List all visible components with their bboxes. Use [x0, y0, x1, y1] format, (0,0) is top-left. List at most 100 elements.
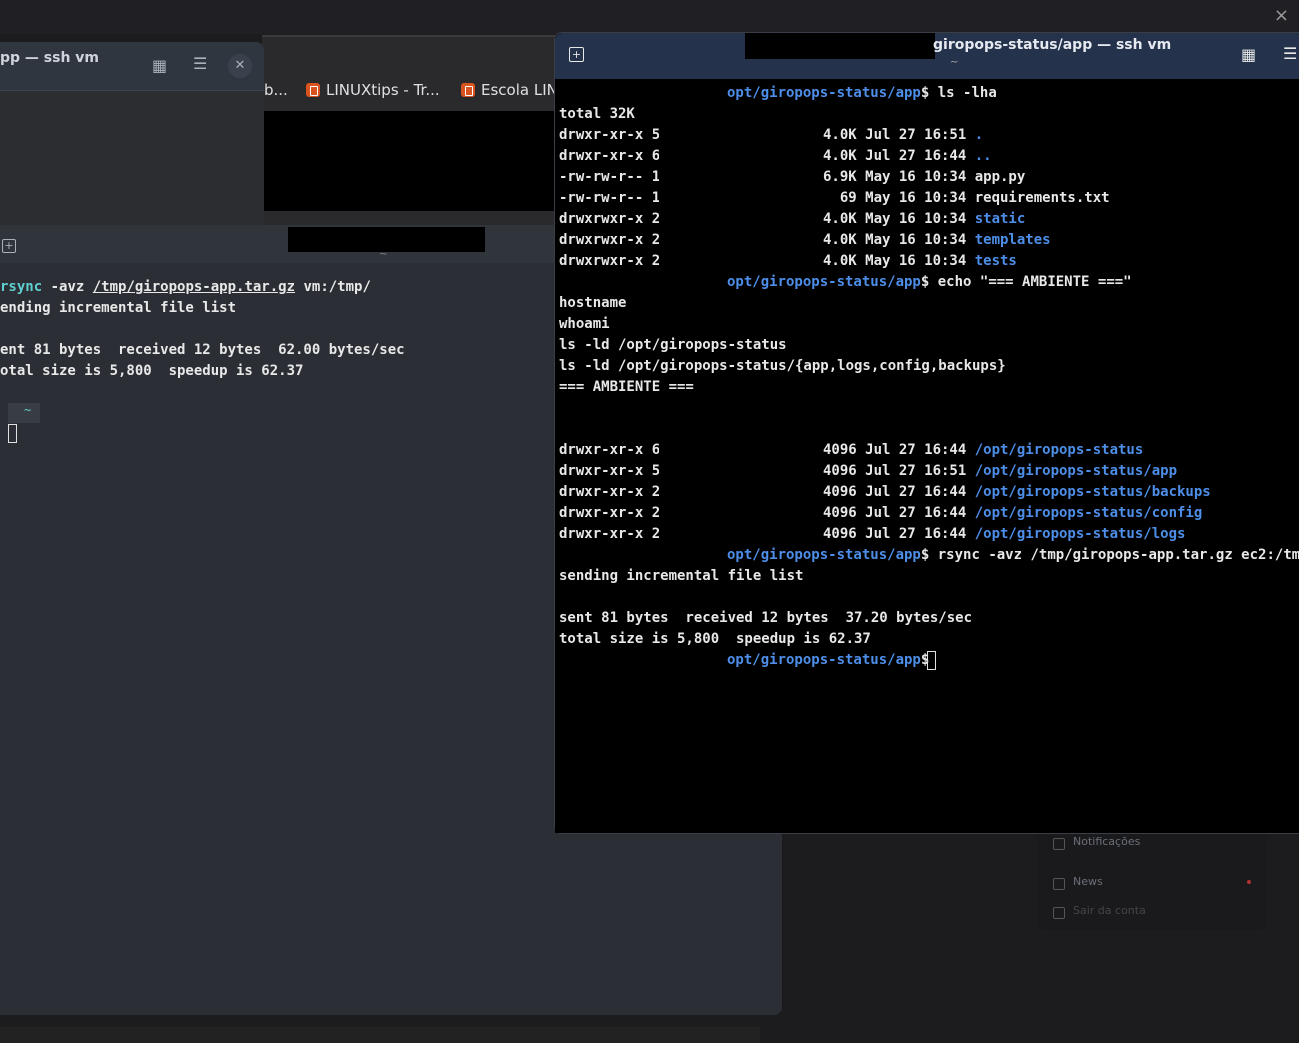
prompt-line: opt/giropops-status/app$ echo "=== AMBIE…: [727, 272, 1132, 293]
menu-item[interactable]: Notificações: [1073, 835, 1140, 848]
new-tab-icon[interactable]: +: [569, 47, 584, 62]
terminal-line: otal size is 5,800 speedup is 62.37: [0, 363, 304, 379]
command-args: -avz: [42, 279, 93, 295]
ls-meta: 4.0K May 16 10:34: [823, 253, 975, 269]
ls-entry: 4096 Jul 27 16:44 /opt/giropops-status/b…: [823, 482, 1211, 503]
ls-path: /opt/giropops-status: [974, 442, 1144, 458]
ls-perm: drwxr-xr-x 6: [559, 442, 661, 458]
ls-entry: 4.0K Jul 27 16:51 .: [823, 125, 983, 146]
ls-path: /opt/giropops-status/config: [974, 505, 1203, 521]
window-header: + giropops-status/app — ssh vm ~ ▦ ☰: [555, 33, 1299, 79]
redacted-block: [555, 270, 727, 292]
ls-name: static: [974, 211, 1026, 227]
terminal-line: total size is 5,800 speedup is 62.37: [559, 631, 871, 647]
tab-label: Escola LIN: [481, 81, 558, 99]
close-icon[interactable]: ×: [1274, 5, 1289, 26]
ls-meta: 4.0K Jul 27 16:44: [823, 148, 975, 164]
ls-meta: 4096 Jul 27 16:44: [823, 484, 975, 500]
menu-icon[interactable]: ☰: [193, 54, 207, 73]
ls-entry: 4.0K May 16 10:34 templates: [823, 230, 1051, 251]
ls-meta: 4096 Jul 27 16:44: [823, 442, 975, 458]
prompt-tilde: ~: [24, 403, 32, 417]
ls-perm: drwxr-xr-x 6: [559, 148, 661, 164]
command-text: echo "=== AMBIENTE ===": [929, 274, 1132, 290]
ls-entry: 4096 Jul 27 16:44 /opt/giropops-status: [823, 440, 1143, 461]
prompt-path: opt/giropops-status/app: [727, 547, 921, 563]
ls-perm: -rw-rw-r-- 1: [559, 169, 661, 185]
taskbar-strip: [0, 1027, 760, 1043]
redacted-block: [555, 648, 727, 670]
browser-tabbar: b... LINUXtips - Tr... Escola LIN: [262, 77, 562, 109]
ls-name: tests: [974, 253, 1017, 269]
command-name: rsync: [0, 279, 43, 295]
grid-icon[interactable]: ▦: [1241, 45, 1256, 64]
ls-meta: 4096 Jul 27 16:51: [823, 463, 975, 479]
redacted-block: [555, 543, 727, 565]
ls-entry: 4.0K Jul 27 16:44 ..: [823, 146, 992, 167]
ls-perm: drwxrwxr-x 2: [559, 211, 661, 227]
terminal-body[interactable]: opt/giropops-status/app$ ls -lha total 32…: [555, 79, 1299, 833]
browser-tab[interactable]: Escola LIN: [461, 81, 558, 99]
terminal-line: total 32K: [559, 106, 635, 122]
browser-tab[interactable]: LINUXtips - Tr...: [306, 81, 440, 99]
ls-entry: 4.0K May 16 10:34 tests: [823, 251, 1017, 272]
text-cursor: [8, 424, 17, 443]
ls-entry: 4.0K May 16 10:34 static: [823, 209, 1025, 230]
ls-perm: drwxrwxr-x 2: [559, 253, 661, 269]
subtitle-tilde: ~: [379, 249, 388, 260]
prompt-path: opt/giropops-status/app: [727, 652, 921, 668]
command-path: /tmp/giropops-app.tar.gz: [92, 279, 296, 295]
desktop-topbar: ×: [0, 0, 1299, 34]
ls-meta: 69 May 16 10:34: [823, 190, 975, 206]
text-cursor: [927, 651, 936, 670]
logout-icon: [1053, 907, 1065, 919]
ls-entry: 4096 Jul 27 16:51 /opt/giropops-status/a…: [823, 461, 1177, 482]
terminal-line: hostname: [559, 295, 627, 311]
prompt-line: opt/giropops-status/app$ ls -lha: [727, 83, 997, 104]
prompt-line: opt/giropops-status/app$: [727, 650, 938, 671]
window-title: pp — ssh vm: [0, 50, 100, 66]
ls-perm: drwxr-xr-x 5: [559, 127, 661, 143]
terminal-line: rsync -avz /tmp/giropops-app.tar.gz vm:/…: [0, 277, 371, 298]
new-tab-icon[interactable]: +: [2, 239, 16, 253]
ls-entry: 4096 Jul 27 16:44 /opt/giropops-status/l…: [823, 524, 1185, 545]
tab-label: LINUXtips - Tr...: [326, 81, 440, 99]
menu-icon[interactable]: ☰: [1283, 44, 1297, 63]
redacted-block: [555, 396, 643, 438]
linuxtips-favicon-icon: [306, 83, 320, 97]
ls-meta: 6.9K May 16 10:34: [823, 169, 975, 185]
grid-icon[interactable]: ▦: [152, 56, 167, 75]
command-text: ls -lha: [929, 85, 997, 101]
side-menu: Notificações News Sair da conta: [1037, 830, 1267, 930]
menu-item[interactable]: Sair da conta: [1073, 904, 1146, 917]
terminal-line: ending incremental file list: [0, 300, 237, 316]
ls-perm: drwxr-xr-x 2: [559, 526, 661, 542]
browser-tab[interactable]: b...: [264, 81, 288, 99]
close-icon[interactable]: ✕: [228, 54, 252, 78]
terminal-line: sent 81 bytes received 12 bytes 37.20 by…: [559, 610, 973, 626]
command-text: rsync -avz /tmp/giropops-app.tar.gz ec2:…: [929, 547, 1299, 563]
ls-name: .: [974, 127, 984, 143]
subtitle-tilde: ~: [950, 57, 959, 68]
ls-name: ..: [974, 148, 992, 164]
ls-meta: 4096 Jul 27 16:44: [823, 526, 975, 542]
terminal-line: ls -ld /opt/giropops-status: [559, 337, 787, 353]
ls-meta: 4096 Jul 27 16:44: [823, 505, 975, 521]
ls-meta: 4.0K May 16 10:34: [823, 211, 975, 227]
ls-entry: 6.9K May 16 10:34 app.py: [823, 167, 1025, 188]
ls-entry: 4096 Jul 27 16:44 /opt/giropops-status/c…: [823, 503, 1202, 524]
ls-name: templates: [974, 232, 1051, 248]
menu-item[interactable]: News: [1073, 875, 1103, 888]
terminal-line: === AMBIENTE ===: [559, 379, 694, 395]
ls-name: requirements.txt: [974, 190, 1110, 206]
prompt-path: opt/giropops-status/app: [727, 85, 921, 101]
main-terminal-window: + giropops-status/app — ssh vm ~ ▦ ☰ opt…: [554, 32, 1299, 834]
ls-entry: 69 May 16 10:34 requirements.txt: [823, 188, 1110, 209]
ls-perm: drwxr-xr-x 2: [559, 484, 661, 500]
ls-perm: -rw-rw-r-- 1: [559, 190, 661, 206]
browser-window: b... LINUXtips - Tr... Escola LIN: [262, 35, 562, 227]
ls-perm: drwxr-xr-x 5: [559, 463, 661, 479]
ls-name: app.py: [974, 169, 1026, 185]
ls-path: /opt/giropops-status/logs: [974, 526, 1186, 542]
tab-label: b...: [264, 81, 288, 99]
